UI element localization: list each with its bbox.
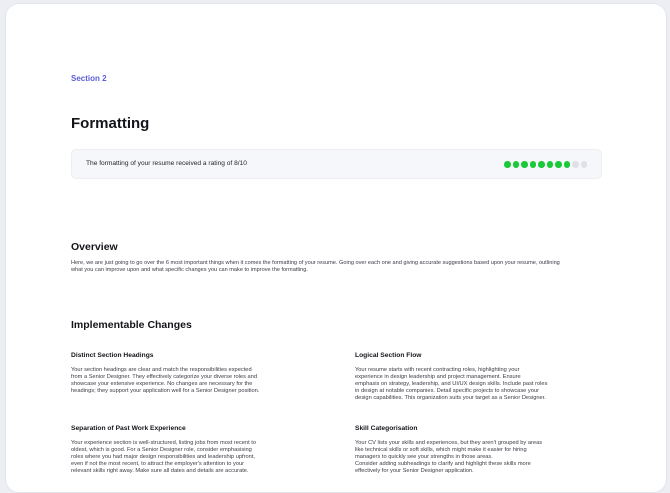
rating-dot-filled — [555, 161, 562, 168]
overview-text: Here, we are just going to go over the 6… — [71, 260, 560, 273]
rating-dot-filled — [546, 161, 553, 168]
change-text: Your experience section is well-structur… — [71, 440, 257, 474]
change-title: Distinct Section Headings — [71, 352, 154, 359]
section-tag: Section 2 — [71, 74, 107, 83]
rating-dots — [504, 161, 587, 168]
implementable-changes-heading: Implementable Changes — [71, 319, 192, 331]
change-title: Logical Section Flow — [355, 352, 422, 359]
change-text: Your resume starts with recent contracti… — [355, 367, 548, 401]
change-text: Your CV lists your skills and experience… — [355, 440, 543, 474]
change-text: Your section headings are clear and matc… — [71, 367, 260, 394]
rating-text: The formatting of your resume received a… — [86, 160, 247, 167]
rating-dot-empty — [580, 161, 587, 168]
rating-dot-filled — [563, 161, 570, 168]
change-title: Skill Categorisation — [355, 425, 418, 432]
rating-dot-filled — [512, 161, 519, 168]
rating-dot-filled — [504, 161, 511, 168]
rating-dot-empty — [572, 161, 579, 168]
formatting-section-card: Section 2 Formatting The formatting of y… — [5, 3, 667, 493]
rating-dot-filled — [521, 161, 528, 168]
rating-dot-filled — [538, 161, 545, 168]
overview-heading: Overview — [71, 241, 118, 253]
section-title: Formatting — [71, 115, 150, 132]
rating-box: The formatting of your resume received a… — [71, 149, 602, 179]
change-title: Separation of Past Work Experience — [71, 425, 186, 432]
rating-dot-filled — [529, 161, 536, 168]
